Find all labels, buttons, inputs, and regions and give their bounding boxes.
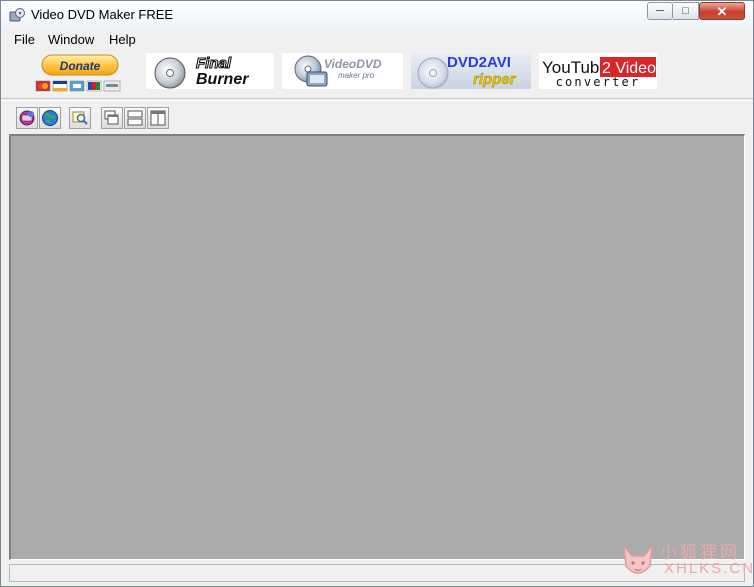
globe-icon — [42, 110, 58, 126]
app-window: Video DVD Maker FREE ─ □ ✕ File Window H… — [0, 0, 754, 587]
close-button[interactable]: ✕ — [699, 2, 745, 20]
web-update-button[interactable] — [39, 107, 61, 129]
videodvd-maker-pro-banner[interactable]: VideoDVD maker pro — [282, 53, 403, 89]
film-globe-icon — [19, 110, 35, 126]
menu-file[interactable]: File — [14, 32, 35, 47]
title-bar[interactable]: Video DVD Maker FREE ─ □ ✕ — [1, 1, 753, 29]
payment-cards-icon — [35, 80, 121, 92]
preview-button[interactable] — [69, 107, 91, 129]
cascade-windows-button[interactable] — [101, 107, 123, 129]
tile-vertical-button[interactable] — [147, 107, 169, 129]
magnifier-icon — [72, 111, 88, 125]
dvd2avi-line1: DVD2AVI — [447, 54, 511, 71]
dvd2avi-ripper-banner[interactable]: DVD2AVI ripper — [411, 53, 531, 89]
videodvd-line2: maker pro — [338, 71, 375, 80]
converter-text: converter — [556, 75, 641, 89]
minimize-button[interactable]: ─ — [647, 2, 673, 20]
final-burner-banner[interactable]: Final Burner — [146, 53, 274, 89]
final-burner-graphic: Final Burner — [154, 54, 249, 89]
final-burner-line1: Final — [196, 55, 232, 72]
donate-label: Donate — [60, 59, 101, 73]
tile-horizontal-icon — [127, 110, 143, 126]
window-title: Video DVD Maker FREE — [31, 7, 174, 22]
dvd2avi-line2: ripper — [473, 71, 517, 88]
minimize-icon: ─ — [656, 4, 664, 17]
ad-banner-bar: Donate Final Burner VideoDVD maker pro D… — [1, 50, 753, 99]
maximize-button[interactable]: □ — [673, 2, 699, 20]
menu-bar: File Window Help — [1, 30, 753, 50]
youtube2video-graphic: YouTube 2 Video converter — [542, 57, 656, 89]
maximize-icon: □ — [682, 4, 689, 17]
videodvd-graphic: VideoDVD maker pro — [294, 55, 382, 87]
status-pane — [9, 564, 745, 582]
main-toolbar — [1, 100, 753, 134]
dvd2avi-graphic: DVD2AVI ripper — [417, 54, 517, 89]
app-dvd-icon — [9, 8, 25, 22]
status-bar — [1, 562, 753, 586]
close-icon: ✕ — [716, 3, 728, 19]
cascade-icon — [104, 110, 119, 125]
tile-vertical-icon — [150, 110, 166, 126]
mdi-workspace[interactable] — [9, 134, 745, 560]
donate-graphic: Donate — [35, 54, 121, 92]
youtube-2-video-converter-banner[interactable]: YouTube 2 Video converter — [539, 53, 657, 89]
menu-window[interactable]: Window — [48, 32, 94, 47]
tile-horizontal-button[interactable] — [124, 107, 146, 129]
new-project-button[interactable] — [16, 107, 38, 129]
final-burner-line2: Burner — [196, 71, 249, 88]
videodvd-line1: VideoDVD — [324, 57, 382, 71]
donate-banner[interactable]: Donate — [31, 51, 129, 97]
menu-help[interactable]: Help — [109, 32, 136, 47]
